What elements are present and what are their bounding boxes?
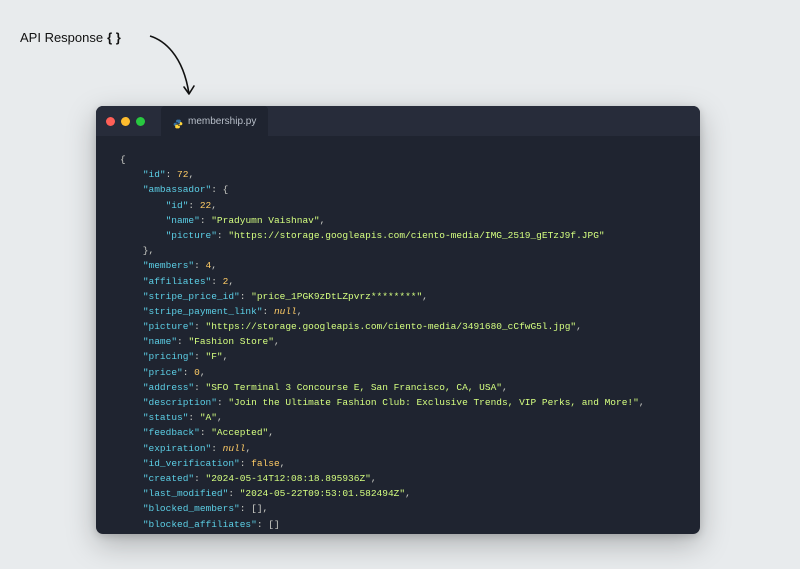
window-maximize-button[interactable] — [136, 117, 145, 126]
code-content[interactable]: { "id": 72, "ambassador": { "id": 22, "n… — [96, 136, 700, 534]
tab-filename: membership.py — [188, 116, 256, 127]
python-file-icon — [173, 116, 183, 126]
window-close-button[interactable] — [106, 117, 115, 126]
title-bar: membership.py — [96, 106, 700, 136]
arrow-icon — [145, 32, 205, 112]
annotation-label: API Response { } — [20, 30, 121, 45]
window-minimize-button[interactable] — [121, 117, 130, 126]
canvas: API Response { } membership.py { "id": 7… — [0, 0, 800, 569]
annotation-braces: { } — [107, 30, 121, 45]
editor-window: membership.py { "id": 72, "ambassador": … — [96, 106, 700, 534]
annotation-text: API Response — [20, 30, 103, 45]
editor-tab[interactable]: membership.py — [161, 106, 268, 136]
